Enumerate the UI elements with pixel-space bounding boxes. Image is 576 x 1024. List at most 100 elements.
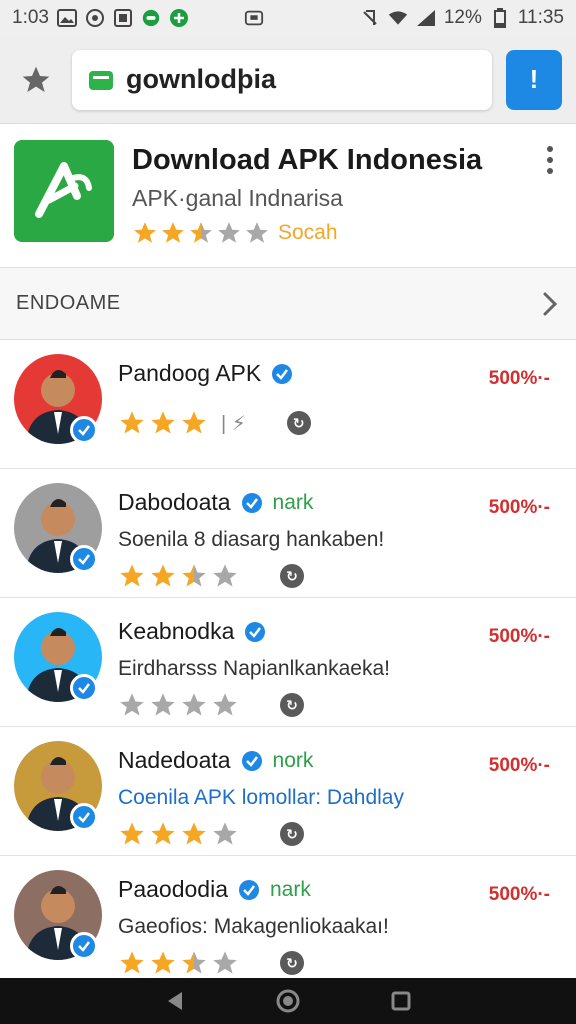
item-description: Soenila 8 diasarg hankaben! <box>118 528 385 551</box>
download-info-icon[interactable]: ↻ <box>280 564 304 588</box>
app-rating: Socah <box>132 220 562 246</box>
star-half-icon <box>182 564 206 587</box>
store-icon <box>89 70 113 90</box>
item-price: 500%·- <box>488 497 550 518</box>
download-info-icon[interactable]: ↻ <box>280 822 304 846</box>
list-item[interactable]: Paaododia nark Gaeofios: Makagenliokaakaı!… <box>0 856 576 985</box>
list-item[interactable]: Keabnodka Eirdharsss Napianlkankaeka! ↻ 500… <box>0 598 576 727</box>
battery-icon <box>490 8 510 28</box>
list-item[interactable]: Pandoog APK | ⚡ ↻ 500%·- <box>0 340 576 469</box>
list-item[interactable]: Nadedoata nork Coenila APK lomollar: Dahdl… <box>0 727 576 856</box>
verified-badge <box>70 674 98 702</box>
system-nav-bar <box>0 978 576 1024</box>
add-icon <box>169 8 189 28</box>
verified-seal-icon <box>241 492 262 513</box>
chevron-right-icon <box>543 292 558 315</box>
item-stars: | ⚡ ↻ <box>118 409 562 437</box>
check-icon <box>78 425 90 436</box>
section-header[interactable]: ENDOAME <box>0 268 576 340</box>
item-description: Eirdharsss Napianlkankaeka! <box>118 657 390 680</box>
url-bar[interactable]: gownlodþia <box>72 49 492 110</box>
item-price: 500%·- <box>488 368 550 389</box>
app-stars <box>132 220 270 246</box>
star-empty-icon <box>182 693 206 716</box>
signal-icon <box>416 8 436 28</box>
status-right: 12% 11:35 <box>360 7 564 29</box>
item-title: Nadedoata <box>118 747 231 773</box>
star-filled-icon <box>151 411 175 434</box>
screenshot-icon <box>113 8 133 28</box>
download-info-icon[interactable]: ↻ <box>280 951 304 975</box>
item-stars: ↻ <box>118 691 562 719</box>
status-time-right: 11:35 <box>517 7 564 28</box>
verified-seal-icon <box>239 879 259 900</box>
game-icon <box>141 8 161 28</box>
app-header: Download APK Indonesia APK·ganal Indnari… <box>0 124 576 268</box>
more-options-button[interactable] <box>544 146 556 174</box>
verified-badge <box>70 416 98 444</box>
star-filled-icon <box>182 411 206 434</box>
star-filled-icon <box>134 222 156 243</box>
mute-icon <box>360 8 380 28</box>
apk-logo-icon <box>35 162 92 218</box>
star-empty-icon <box>213 693 237 716</box>
avatar <box>14 612 102 702</box>
avatar <box>14 741 102 831</box>
dot-icon <box>547 157 553 163</box>
star-empty-icon <box>120 693 144 716</box>
item-title: Dabodoata <box>118 489 231 515</box>
back-icon[interactable] <box>164 990 186 1012</box>
item-price: 500%·- <box>488 884 550 905</box>
star-filled-icon <box>162 222 184 243</box>
app-title: Download APK Indonesia <box>132 144 483 176</box>
download-info-icon[interactable]: ↻ <box>286 411 311 435</box>
item-description: Gaeofios: Makagenliokaakaı! <box>118 915 389 938</box>
star-empty-icon <box>246 222 268 243</box>
star-filled-icon <box>151 822 175 845</box>
home-icon[interactable] <box>275 988 301 1014</box>
star-filled-icon <box>151 564 175 587</box>
item-title: Keabnodka <box>118 618 235 644</box>
sync-icon <box>85 8 105 28</box>
dot-icon <box>547 168 553 174</box>
dot-icon <box>547 146 553 152</box>
item-tag: nork <box>272 748 314 772</box>
item-body: Pandoog APK | ⚡ ↻ <box>118 354 562 437</box>
download-info-icon[interactable]: ↻ <box>280 693 304 717</box>
verified-badge <box>70 803 98 831</box>
section-title: ENDOAME <box>16 292 121 314</box>
avatar <box>14 354 102 444</box>
star-filled-icon <box>120 564 144 587</box>
alert-button[interactable]: ! <box>506 49 562 110</box>
verified-seal-icon <box>245 621 266 642</box>
item-price: 500%·- <box>488 626 550 647</box>
star-filled-icon <box>120 411 144 434</box>
star-half-icon <box>182 951 206 974</box>
check-icon <box>78 941 90 952</box>
wifi-icon <box>388 8 408 28</box>
url-text: gownlodþia <box>126 64 276 94</box>
app-subtitle: APK·ganal Indnarisa <box>132 185 343 211</box>
list-item[interactable]: Dabodoata nark Soenila 8 diasarg hankaben!… <box>0 469 576 598</box>
item-title: Pandoog APK <box>118 360 262 386</box>
app-list: Pandoog APK | ⚡ ↻ 500%·- Dabodoata nark Soenil… <box>0 340 576 985</box>
star-empty-icon <box>151 693 175 716</box>
star-filled-icon <box>182 822 206 845</box>
recents-icon[interactable] <box>390 990 412 1012</box>
item-description: Coenila APK lomollar: Dahdlay <box>118 786 404 809</box>
check-icon <box>78 683 90 694</box>
star-empty-icon <box>213 564 237 587</box>
item-stars: ↻ <box>118 820 562 848</box>
item-price: 500%·- <box>488 755 550 776</box>
check-icon <box>78 554 90 565</box>
star-filled-icon <box>120 951 144 974</box>
star-empty-icon <box>213 951 237 974</box>
star-empty-icon <box>213 822 237 845</box>
verified-seal-icon <box>272 363 293 384</box>
avatar <box>14 483 102 573</box>
bookmark-star-button[interactable] <box>14 58 58 102</box>
app-rating-label: Socah <box>278 221 338 244</box>
item-stars: ↻ <box>118 562 562 590</box>
browser-toolbar: gownlodþia ! <box>0 36 576 124</box>
item-tag: nark <box>272 490 314 514</box>
